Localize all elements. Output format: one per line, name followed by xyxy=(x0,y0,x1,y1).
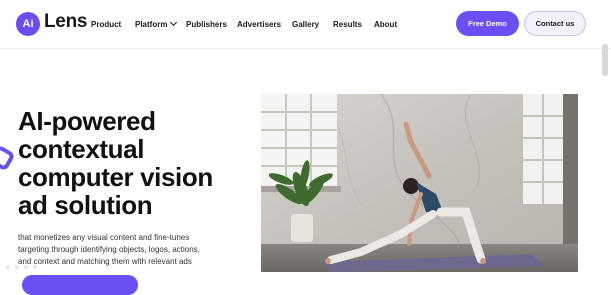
hero-description: that monetizes any visual content and fi… xyxy=(18,232,258,268)
description-line: and context and matching them with relev… xyxy=(18,257,192,266)
nav-platform[interactable]: Platform xyxy=(135,0,178,48)
nav-about[interactable]: About xyxy=(374,0,397,48)
nav-publishers-label: Publishers xyxy=(186,19,227,29)
headline-line: contextual xyxy=(18,134,145,164)
nav-advertisers[interactable]: Advertisers xyxy=(237,0,281,48)
headline-line: computer vision xyxy=(18,162,213,192)
yoga-photo-illustration xyxy=(261,94,578,272)
top-navigation: Ai Lens Product Platform Publishers Adve… xyxy=(0,0,611,49)
headline-line: ad solution xyxy=(18,190,153,220)
free-demo-button[interactable]: Free Demo xyxy=(456,11,519,36)
chevron-down-icon xyxy=(170,18,178,26)
nav-product[interactable]: Product xyxy=(91,0,121,48)
description-line: that monetizes any visual content and fi… xyxy=(18,233,190,242)
hero-image xyxy=(261,94,578,272)
headline-line: AI-powered xyxy=(18,106,156,136)
logo-badge[interactable]: Ai xyxy=(16,12,40,36)
nav-advertisers-label: Advertisers xyxy=(237,19,282,29)
nav-publishers[interactable]: Publishers xyxy=(186,0,227,48)
nav-gallery[interactable]: Gallery xyxy=(292,0,319,48)
description-line: targeting through identifying objects, l… xyxy=(18,245,200,254)
nav-about-label: About xyxy=(374,19,398,29)
nav-product-label: Product xyxy=(91,19,122,29)
decorative-ring-shape xyxy=(0,144,16,172)
scrollbar-thumb[interactable] xyxy=(602,44,608,76)
nav-gallery-label: Gallery xyxy=(292,19,320,29)
hero-headline: AI-powered contextual computer vision ad… xyxy=(18,107,258,219)
nav-results[interactable]: Results xyxy=(333,0,362,48)
logo-wordmark[interactable]: Lens xyxy=(44,11,87,33)
hero-cta-button[interactable] xyxy=(22,275,138,295)
nav-platform-label: Platform xyxy=(135,19,168,29)
nav-results-label: Results xyxy=(333,19,362,29)
contact-us-button[interactable]: Contact us xyxy=(524,11,586,36)
